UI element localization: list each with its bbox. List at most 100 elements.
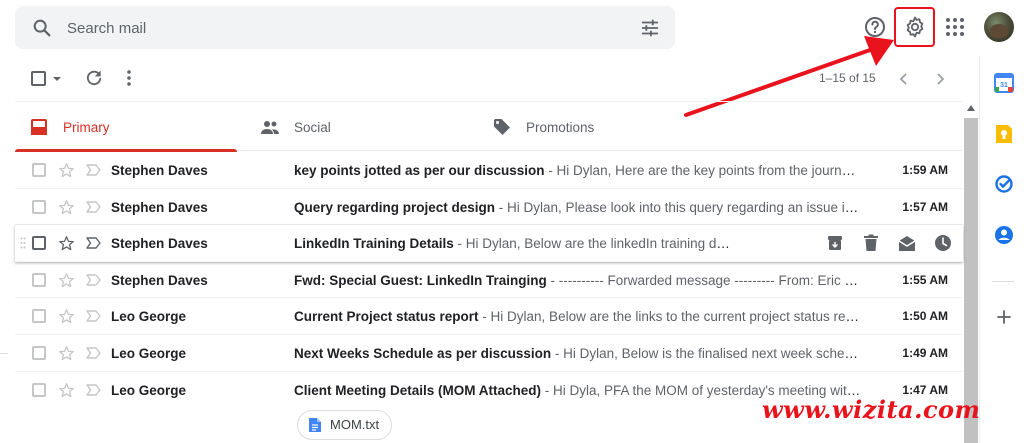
page-count: 1–15 of 15 xyxy=(819,71,876,85)
email-preview: key points jotted as per our discussion … xyxy=(294,163,862,178)
people-icon xyxy=(260,117,280,137)
email-subject: key points jotted as per our discussion xyxy=(294,163,545,178)
email-preview: Current Project status report - Hi Dylan… xyxy=(294,309,862,324)
trash-icon[interactable] xyxy=(861,233,881,253)
star-icon[interactable] xyxy=(58,345,75,362)
row-checkbox[interactable] xyxy=(32,382,46,397)
svg-text:31: 31 xyxy=(1000,82,1008,89)
email-row[interactable]: Leo George Current Project status report… xyxy=(15,298,963,335)
sender-name: Stephen Daves xyxy=(111,272,208,288)
star-icon[interactable] xyxy=(58,199,75,216)
email-snippet: - Hi Dylan, Below are the links to the c… xyxy=(482,309,862,325)
email-row[interactable]: Stephen Daves key points jotted as per o… xyxy=(15,152,963,189)
email-snippet: - Hi Dylan, Here are the key points from… xyxy=(548,163,862,178)
search-icon[interactable] xyxy=(31,17,53,39)
add-addon-icon[interactable] xyxy=(993,306,1015,328)
sender-name: Stephen Daves xyxy=(111,163,208,178)
search-bar xyxy=(15,6,675,49)
keep-icon[interactable] xyxy=(993,123,1015,145)
tab-promotions[interactable]: Promotions xyxy=(492,102,594,152)
select-all-checkbox[interactable] xyxy=(31,71,46,86)
email-subject: Current Project status report xyxy=(294,309,479,325)
apps-grid-icon xyxy=(946,18,964,36)
archive-icon[interactable] xyxy=(825,233,845,253)
scroll-up-arrow[interactable] xyxy=(964,101,978,115)
row-checkbox[interactable] xyxy=(32,199,46,214)
divider xyxy=(0,353,8,354)
email-subject: LinkedIn Training Details xyxy=(294,236,454,252)
calendar-icon[interactable]: 31 xyxy=(993,72,1015,94)
tab-primary[interactable]: Primary xyxy=(15,102,251,152)
tab-social[interactable]: Social xyxy=(260,102,331,152)
email-subject: Query regarding project design xyxy=(294,199,496,215)
email-preview: Query regarding project design - Hi Dyla… xyxy=(294,200,862,215)
email-preview: Fwd: Special Guest: LinkedIn Trainging -… xyxy=(294,273,862,288)
chevron-left-icon[interactable] xyxy=(896,70,912,88)
star-icon[interactable] xyxy=(58,382,75,399)
row-checkbox[interactable] xyxy=(32,163,46,177)
more-options-icon[interactable] xyxy=(122,68,136,88)
star-icon[interactable] xyxy=(58,162,75,179)
email-preview: Next Weeks Schedule as per discussion - … xyxy=(294,346,862,361)
snooze-icon[interactable] xyxy=(933,233,953,253)
email-snippet: - Hi Dylan, Please look into this query … xyxy=(498,199,862,215)
search-options-icon[interactable] xyxy=(639,17,661,39)
tab-label: Primary xyxy=(63,119,110,135)
email-row[interactable]: Leo George Next Weeks Schedule as per di… xyxy=(15,334,963,372)
inbox-icon xyxy=(29,117,49,137)
email-subject: Client Meeting Details (MOM Attached) xyxy=(294,382,542,398)
tab-label: Social xyxy=(294,119,331,135)
email-row[interactable]: Stephen Daves Query regarding project de… xyxy=(15,188,963,226)
sender-name: Leo George xyxy=(111,309,187,325)
search-input[interactable] xyxy=(67,14,607,42)
star-icon[interactable] xyxy=(58,235,75,252)
email-time: 1:59 AM xyxy=(902,163,948,177)
row-checkbox[interactable] xyxy=(32,309,46,324)
row-checkbox[interactable] xyxy=(32,345,46,360)
contacts-icon[interactable] xyxy=(993,224,1015,246)
sender-name: Leo George xyxy=(111,382,187,398)
important-marker-icon[interactable] xyxy=(86,274,101,286)
star-icon[interactable] xyxy=(58,272,75,289)
attachment-chip[interactable]: MOM.txt xyxy=(297,409,393,440)
chevron-right-icon[interactable] xyxy=(932,70,948,88)
document-icon xyxy=(309,417,321,432)
email-subject: Next Weeks Schedule as per discussion xyxy=(294,345,552,361)
tag-icon xyxy=(492,117,512,137)
email-time: 1:57 AM xyxy=(902,199,948,214)
drag-handle-icon[interactable] xyxy=(20,237,26,249)
google-apps-button[interactable] xyxy=(941,13,969,41)
gmail-window: 1–15 of 15 Primary Social Promotions Ste… xyxy=(0,0,1024,443)
email-time: 1:50 AM xyxy=(902,309,948,324)
side-panel: 31 xyxy=(979,56,1024,443)
row-checkbox[interactable] xyxy=(32,272,46,287)
sender-name: Stephen Daves xyxy=(111,236,208,252)
email-row[interactable]: Stephen Daves LinkedIn Training Details … xyxy=(15,225,963,262)
side-panel-divider xyxy=(992,281,1014,282)
account-avatar[interactable] xyxy=(984,12,1014,42)
email-preview: LinkedIn Training Details - Hi Dylan, Be… xyxy=(294,236,734,251)
important-marker-icon[interactable] xyxy=(86,164,101,176)
sender-name: Stephen Daves xyxy=(111,199,208,215)
row-actions xyxy=(825,233,953,253)
important-marker-icon[interactable] xyxy=(86,347,101,359)
refresh-icon[interactable] xyxy=(84,68,104,88)
important-marker-icon[interactable] xyxy=(86,383,101,396)
tab-label: Promotions xyxy=(526,119,595,135)
email-snippet: - Hi Dylan, Below are the linkedIn train… xyxy=(453,236,734,252)
tasks-icon[interactable] xyxy=(993,173,1015,195)
sender-name: Leo George xyxy=(111,345,187,361)
select-dropdown-icon[interactable] xyxy=(52,75,62,83)
row-checkbox[interactable] xyxy=(32,236,46,251)
email-row[interactable]: Stephen Daves Fwd: Special Guest: Linked… xyxy=(15,261,963,299)
important-marker-icon[interactable] xyxy=(86,237,101,249)
star-icon[interactable] xyxy=(58,308,75,325)
category-tabs: Primary Social Promotions xyxy=(15,101,963,152)
important-marker-icon[interactable] xyxy=(86,200,101,213)
email-snippet: - Hi Dylan, Below is the finalised next … xyxy=(554,345,862,361)
mark-read-icon[interactable] xyxy=(897,233,917,253)
email-subject: Fwd: Special Guest: LinkedIn Trainging xyxy=(294,272,547,288)
important-marker-icon[interactable] xyxy=(86,310,101,323)
email-time: 1:55 AM xyxy=(902,272,948,287)
email-snippet: - ---------- Forwarded message ---------… xyxy=(546,272,862,288)
